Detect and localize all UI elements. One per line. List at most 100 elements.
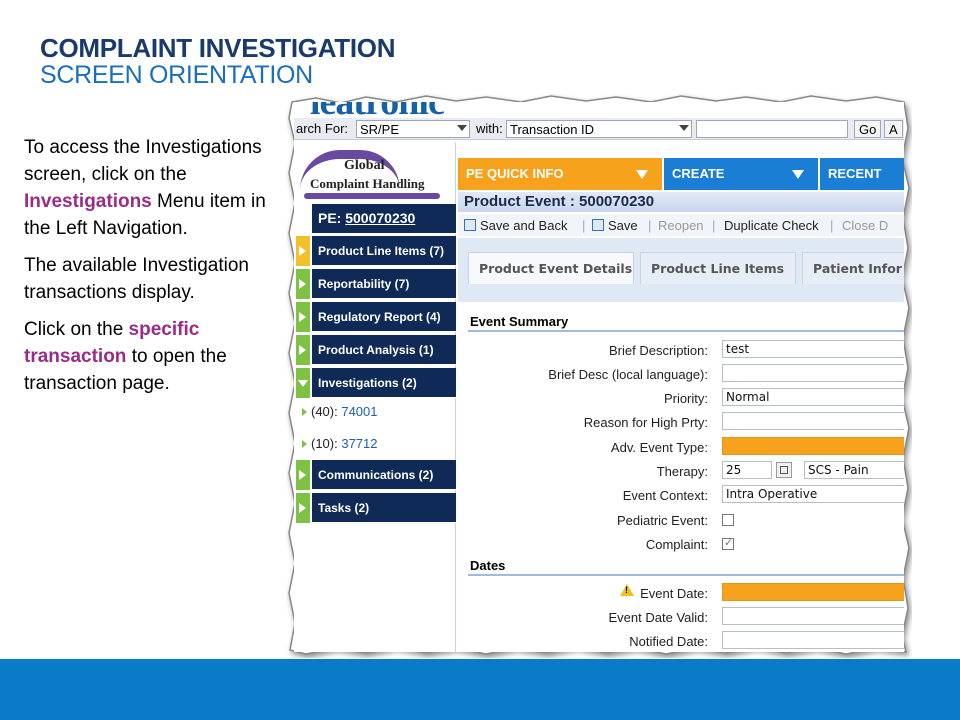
recent-menu[interactable]: RECENT [820, 158, 904, 190]
pe-quick-info-menu[interactable]: PE QUICK INFO [458, 158, 662, 190]
event-context-select[interactable]: Intra Operative [722, 485, 904, 503]
reopen-button[interactable]: Reopen [658, 218, 704, 233]
section-event-summary: Event Summary [468, 314, 904, 332]
action-toolbar: Save and Back | Save | Reopen | Duplicat… [458, 214, 904, 236]
chevron-down-icon [792, 170, 804, 179]
expand-arrow-icon [299, 312, 306, 322]
main-content: Product Event Details Product Line Items… [458, 238, 904, 652]
advanced-button[interactable]: A [884, 120, 903, 138]
footer-band [0, 659, 960, 720]
instruction-paragraph-3: Click on the specific transaction to ope… [24, 319, 227, 394]
chevron-right-icon [302, 408, 307, 416]
priority-select[interactable]: Normal [722, 388, 904, 406]
expand-arrow-icon [299, 279, 306, 289]
priority-label: Priority: [663, 391, 708, 406]
search-input[interactable] [696, 120, 848, 138]
slide-subtitle: SCREEN ORIENTATION [40, 61, 313, 89]
investigation-link-2[interactable]: 37712 [341, 436, 377, 451]
go-button[interactable]: Go [854, 120, 882, 138]
nav-product-analysis[interactable]: Product Analysis (1) [312, 335, 456, 365]
save-button[interactable]: Save [608, 218, 638, 233]
event-date-label: Event Date: [640, 586, 708, 601]
with-label: with: [476, 121, 503, 136]
instruction-paragraph-2: The available Investigation transactions… [24, 255, 249, 303]
nav-expand-handle[interactable] [296, 335, 310, 365]
investigation-transaction-2[interactable]: (10): 37712 [302, 436, 378, 451]
left-navigation: Global Complaint Handling PE: 500070230 … [294, 142, 456, 652]
save-icon [592, 219, 604, 231]
tab-strip: Product Event Details Product Line Items… [458, 238, 904, 302]
slide: COMPLAINT INVESTIGATION SCREEN ORIENTATI… [0, 0, 960, 720]
chevron-down-icon [636, 170, 648, 179]
top-menu-bar: PE QUICK INFO CREATE RECENT [458, 158, 904, 190]
tab-product-event-details[interactable]: Product Event Details [468, 252, 634, 284]
therapy-select[interactable]: SCS - Pain [804, 461, 904, 479]
event-date-input[interactable] [722, 583, 904, 601]
create-menu[interactable]: CREATE [664, 158, 818, 190]
slide-title: COMPLAINT INVESTIGATION [40, 33, 396, 63]
tab-patient-info[interactable]: Patient Infor [802, 252, 904, 284]
notified-date-input[interactable] [722, 631, 904, 649]
chevron-down-icon [679, 125, 689, 131]
complaint-checkbox[interactable] [722, 536, 734, 550]
nav-tasks[interactable]: Tasks (2) [312, 493, 456, 523]
collapse-arrow-icon [298, 380, 308, 387]
investigation-transaction-1[interactable]: (40): 74001 [302, 404, 378, 419]
chevron-right-icon [302, 440, 307, 448]
nav-expand-handle[interactable] [296, 493, 310, 523]
reason-high-priority-label: Reason for High Prty: [583, 415, 708, 430]
pe-number-link[interactable]: 500070230 [345, 210, 415, 226]
nav-expand-handle[interactable] [296, 269, 310, 299]
app-window: leatronic arch For: SR/PE with: Transact… [294, 102, 904, 652]
global-complaint-handling-logo: Global Complaint Handling [296, 146, 446, 199]
instructions: To access the Investigations screen, cli… [24, 134, 274, 407]
event-context-label: Event Context: [622, 488, 708, 503]
nav-expand-handle[interactable] [296, 460, 310, 490]
instruction-paragraph-1: To access the Investigations screen, cli… [24, 137, 266, 239]
search-for-label: arch For: [296, 121, 349, 136]
event-date-valid-label: Event Date Valid: [608, 610, 708, 625]
notified-date-label: Notified Date: [629, 634, 708, 649]
nav-expand-handle[interactable] [296, 302, 310, 332]
expand-arrow-icon [299, 503, 306, 513]
nav-expand-handle[interactable] [296, 236, 310, 266]
adv-event-type-label: Adv. Event Type: [610, 440, 708, 455]
investigation-link-1[interactable]: 74001 [341, 404, 377, 419]
nav-regulatory-report[interactable]: Regulatory Report (4) [312, 302, 456, 332]
duplicate-check-button[interactable]: Duplicate Check [724, 218, 819, 233]
brief-description-input[interactable]: test [722, 340, 904, 358]
nav-product-line-items[interactable]: Product Line Items (7) [312, 236, 456, 266]
save-and-back-button[interactable]: Save and Back [480, 218, 567, 233]
brief-desc-local-input[interactable] [722, 364, 904, 382]
section-dates: Dates [468, 558, 904, 576]
reason-high-priority-input[interactable] [722, 412, 904, 430]
search-for-select[interactable]: SR/PE [356, 120, 470, 138]
nav-investigations[interactable]: Investigations (2) [312, 368, 456, 398]
investigations-highlight: Investigations [24, 191, 152, 212]
with-select[interactable]: Transaction ID [506, 120, 692, 138]
chevron-down-icon [457, 125, 467, 131]
nav-reportability[interactable]: Reportability (7) [312, 269, 456, 299]
nav-collapse-handle[interactable] [296, 368, 310, 398]
therapy-picker-icon[interactable] [776, 462, 792, 478]
app-screenshot: leatronic arch For: SR/PE with: Transact… [286, 88, 912, 658]
brief-desc-local-label: Brief Desc (local language): [548, 367, 708, 382]
therapy-label: Therapy: [656, 464, 708, 479]
pediatric-event-checkbox[interactable] [722, 514, 734, 526]
tab-product-line-items[interactable]: Product Line Items [640, 252, 796, 284]
expand-arrow-icon [299, 246, 306, 256]
brief-description-label: Brief Description: [609, 343, 708, 358]
nav-pe-number[interactable]: PE: 500070230 [312, 204, 456, 234]
event-date-valid-input[interactable] [722, 607, 904, 625]
pediatric-event-label: Pediatric Event: [616, 513, 708, 528]
search-bar: arch For: SR/PE with: Transaction ID Go … [294, 118, 904, 140]
save-and-back-icon [464, 219, 476, 231]
expand-arrow-icon [299, 470, 306, 480]
product-event-header: Product Event : 500070230 [458, 192, 904, 212]
close-button[interactable]: Close D [842, 218, 888, 233]
complaint-label: Complaint: [645, 537, 708, 552]
therapy-code-input[interactable]: 25 [722, 461, 772, 479]
expand-arrow-icon [299, 345, 306, 355]
adv-event-type-select[interactable] [722, 437, 904, 455]
nav-communications[interactable]: Communications (2) [312, 460, 456, 490]
